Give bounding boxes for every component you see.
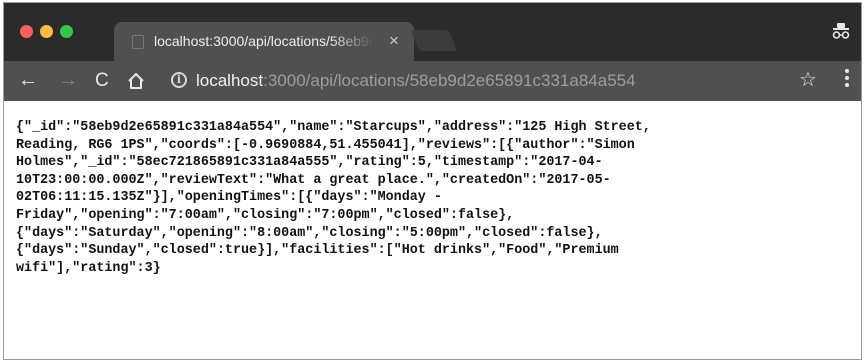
json-response: {"_id":"58eb9d2e65891c331a84a554","name"… <box>16 119 856 277</box>
browser-window: localhost:3000/api/locations/58eb9d2e658… <box>3 2 862 360</box>
page-icon <box>132 35 144 49</box>
address-bar[interactable]: i localhost:3000/api/locations/58eb9d2e6… <box>161 64 829 97</box>
url-text[interactable]: localhost:3000/api/locations/58eb9d2e658… <box>196 71 636 91</box>
json-line: 10T23:00:00.000Z","reviewText":"What a g… <box>16 172 611 188</box>
json-line: Holmes","_id":"58ec721865891c331a84a555"… <box>16 155 603 171</box>
window-close-button[interactable] <box>20 25 33 38</box>
tab-close-icon[interactable]: × <box>389 31 399 51</box>
window-minimize-button[interactable] <box>40 25 53 38</box>
menu-kebab-icon[interactable] <box>845 69 849 89</box>
back-arrow-icon[interactable]: ← <box>18 69 38 91</box>
json-line: {"days":"Saturday","opening":"8:00am","c… <box>16 225 603 241</box>
page-content: {"_id":"58eb9d2e65891c331a84a554","name"… <box>4 101 861 359</box>
reload-icon[interactable]: C <box>95 70 109 92</box>
bookmark-star-icon[interactable]: ☆ <box>799 67 817 92</box>
new-tab-button[interactable] <box>410 30 458 51</box>
forward-arrow-icon[interactable]: → <box>58 69 78 91</box>
tab-title: localhost:3000/api/locations/58eb9d2e658… <box>154 33 374 49</box>
incognito-icon <box>832 23 850 39</box>
json-line: Reading, RG6 1PS","coords":[-0.9690884,5… <box>16 137 635 153</box>
json-line: Friday","opening":"7:00am","closing":"7:… <box>16 207 515 223</box>
title-bar: localhost:3000/api/locations/58eb9d2e658… <box>4 3 861 62</box>
json-line: 02T06:11:15.135Z"}],"openingTimes":[{"da… <box>16 190 442 206</box>
json-line: {"_id":"58eb9d2e65891c331a84a554","name"… <box>16 120 651 135</box>
json-line: {"days":"Sunday","closed":true}],"facili… <box>16 243 619 259</box>
browser-toolbar: ← → C i localhost:3000/api/locations/58e… <box>4 61 861 101</box>
url-path: :3000/api/locations/58eb9d2e65891c331a84… <box>263 71 636 90</box>
home-icon[interactable] <box>126 71 146 91</box>
window-maximize-button[interactable] <box>60 25 73 38</box>
json-line: wifi"],"rating":3} <box>16 260 161 276</box>
tab-active[interactable]: localhost:3000/api/locations/58eb9d2e658… <box>114 22 414 62</box>
site-info-icon[interactable]: i <box>171 72 187 88</box>
url-host: localhost <box>196 71 264 90</box>
